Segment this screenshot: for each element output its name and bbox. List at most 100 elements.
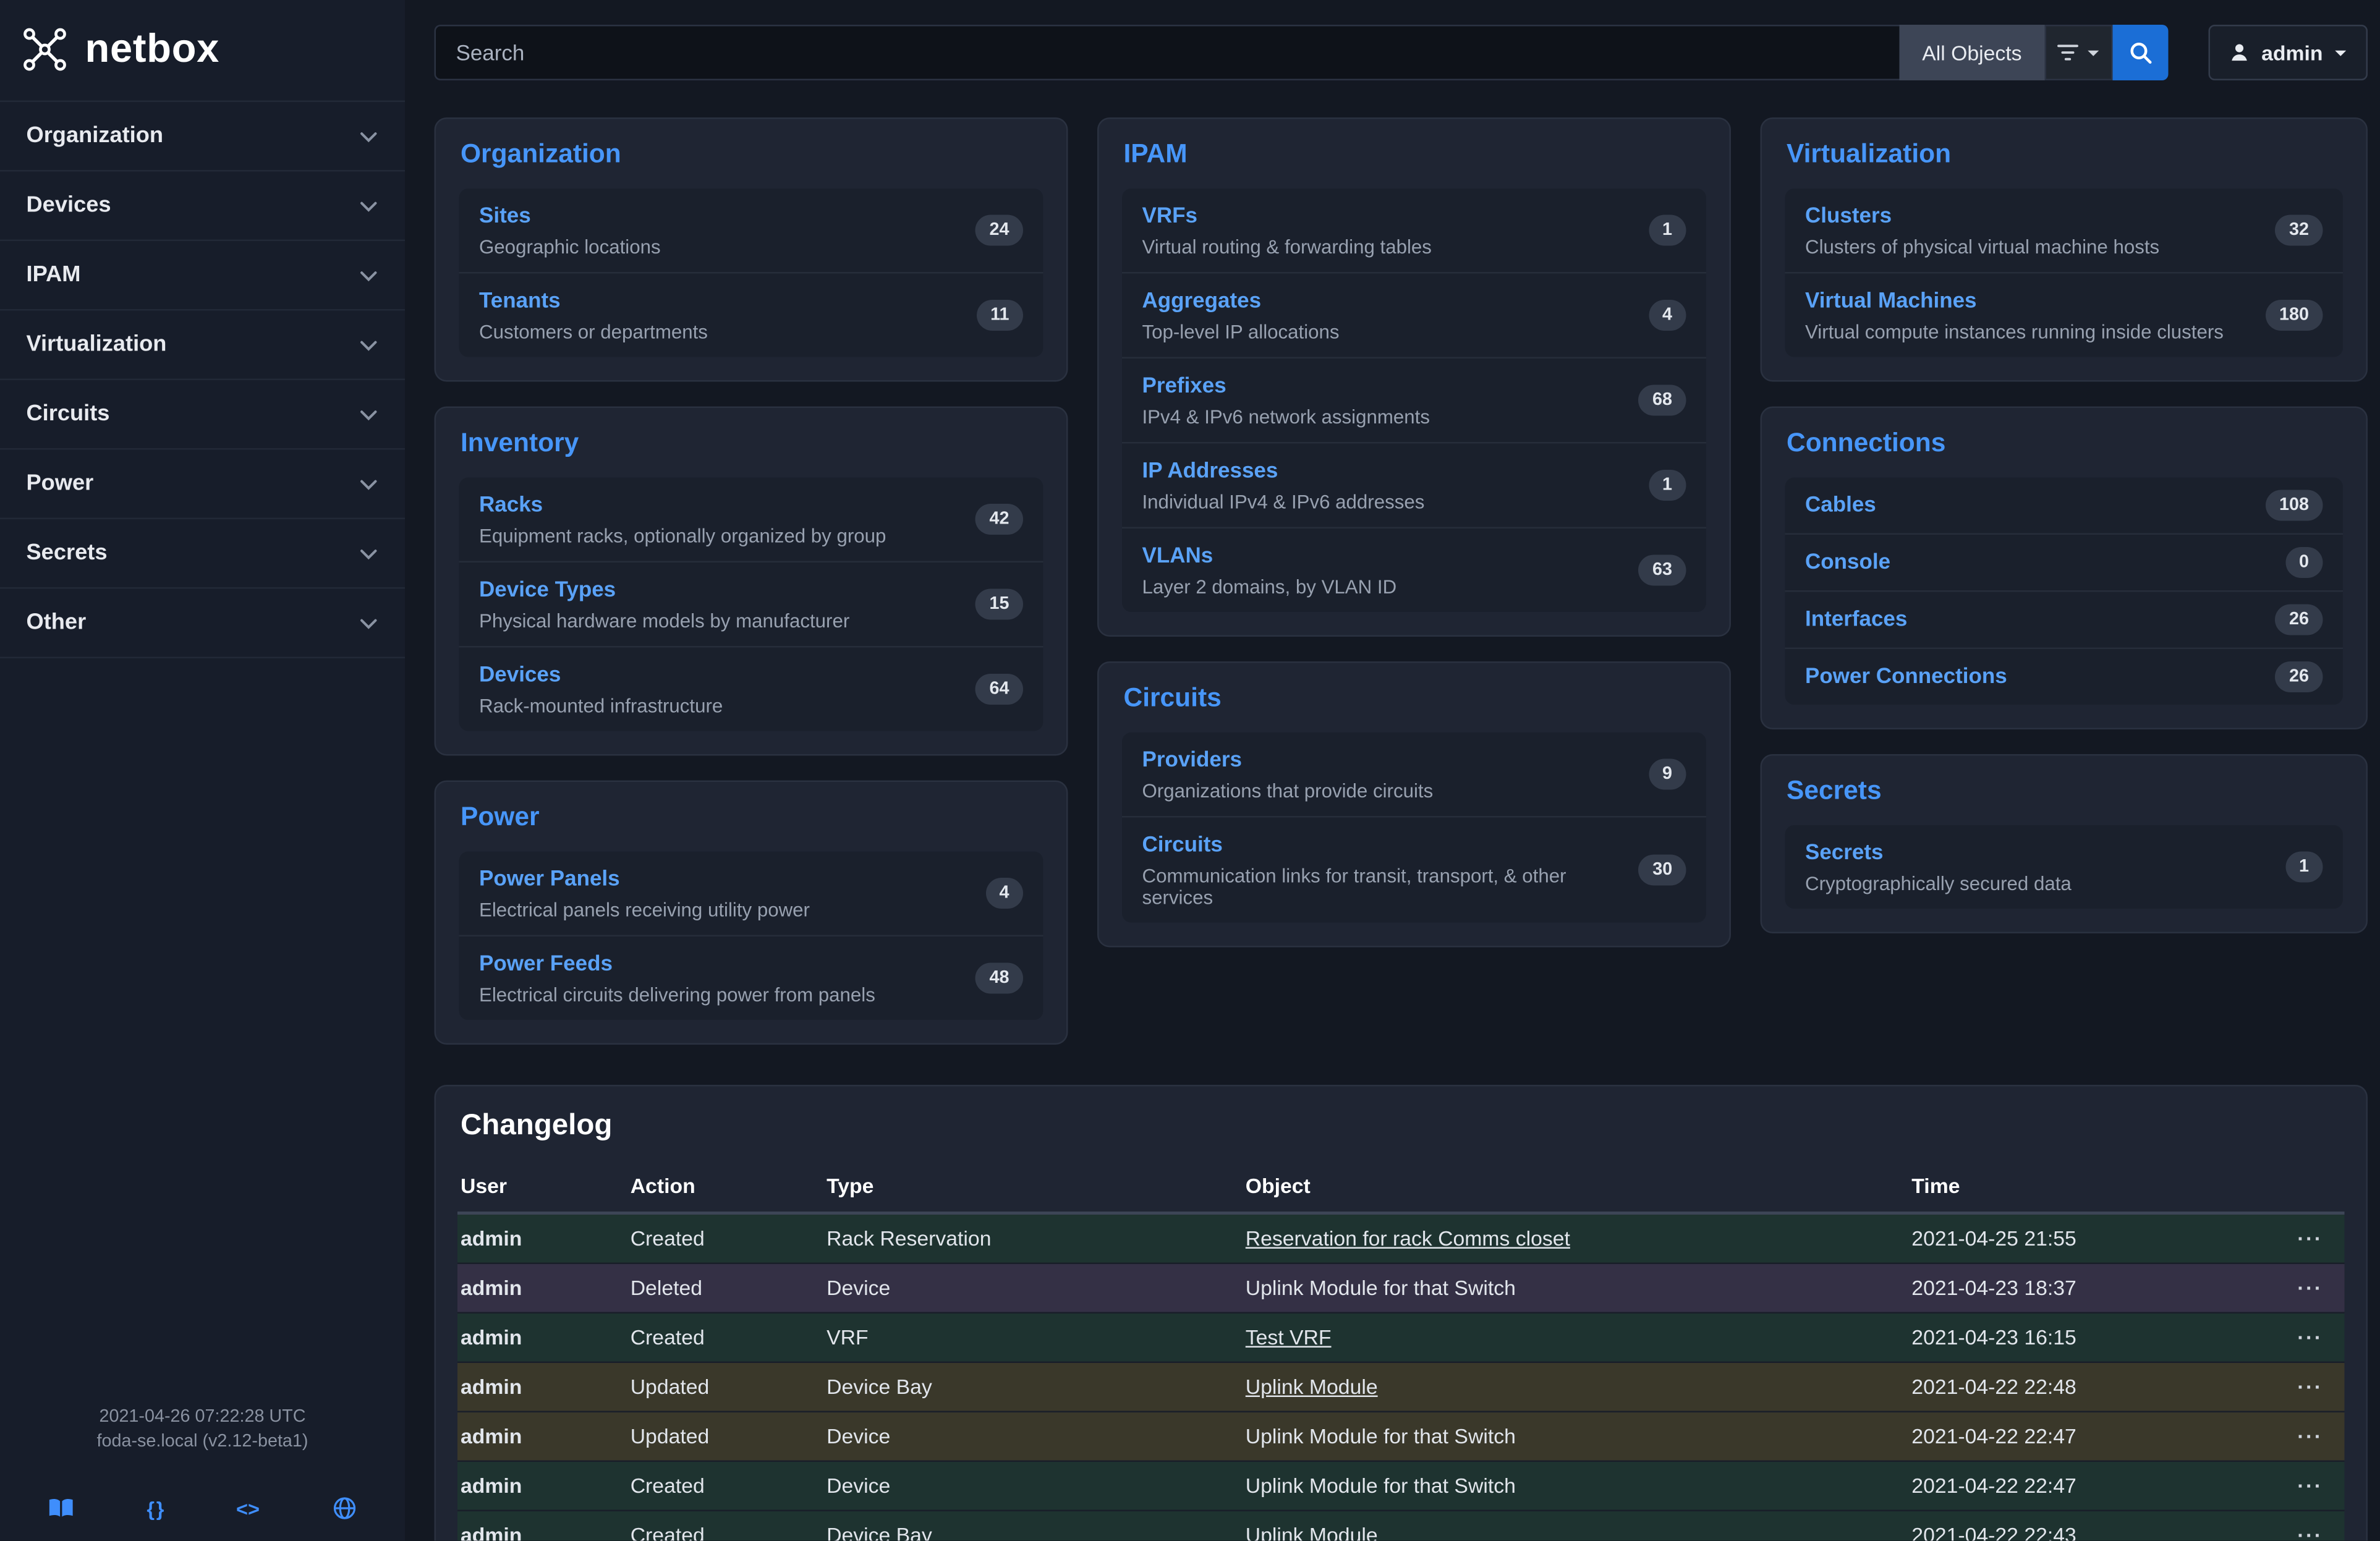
cell-user: admin — [457, 1511, 627, 1541]
item-link[interactable]: Cables — [1805, 491, 1876, 516]
object-link[interactable]: Reservation for rack Comms closet — [1246, 1227, 1570, 1250]
item-description: Rack-mounted infrastructure — [479, 695, 723, 717]
cell-time: 2021-04-25 21:55 — [1908, 1213, 2254, 1263]
item-description: Electrical panels receiving utility powe… — [479, 899, 810, 921]
item-link[interactable]: Devices — [479, 661, 561, 686]
cell-time: 2021-04-22 22:48 — [1908, 1362, 2254, 1412]
card-item-clusters[interactable]: Clusters Clusters of physical virtual mac… — [1785, 189, 2344, 272]
card-item-power-connections[interactable]: Power Connections 26 — [1785, 648, 2344, 705]
item-text: Devices Rack-mounted infrastructure — [479, 661, 723, 717]
row-actions-button[interactable]: ··· — [2254, 1263, 2345, 1313]
card-item-vrfs[interactable]: VRFsVirtual routing & forwarding tables1 — [1122, 189, 1706, 272]
sidebar-item-organization[interactable]: Organization — [0, 101, 405, 171]
item-link[interactable]: Prefixes — [1142, 373, 1226, 397]
caret-down-icon — [2087, 46, 2101, 60]
count-badge: 26 — [2276, 605, 2323, 635]
count-badge: 24 — [975, 215, 1023, 246]
sidebar-item-power[interactable]: Power — [0, 448, 405, 518]
item-link[interactable]: IP Addresses — [1142, 457, 1278, 482]
card-item-device-types[interactable]: Device TypesPhysical hardware models by … — [459, 561, 1043, 647]
card-item-devices[interactable]: DevicesRack-mounted infrastructure64 — [459, 646, 1043, 731]
object-link[interactable]: Uplink Module — [1246, 1375, 1378, 1399]
object-link[interactable]: Uplink Module — [1246, 1524, 1378, 1541]
count-badge: 15 — [975, 589, 1023, 620]
card-item-circuits[interactable]: CircuitsCommunication links for transit,… — [1122, 816, 1706, 923]
changelog-row: adminUpdatedDeviceUplink Module for that… — [457, 1412, 2345, 1461]
card-item-ip-addresses[interactable]: IP AddressesIndividual IPv4 & IPv6 addre… — [1122, 442, 1706, 527]
home-link[interactable]: netbox — [0, 0, 405, 101]
sidebar-item-secrets[interactable]: Secrets — [0, 518, 405, 588]
user-menu-button[interactable]: admin — [2209, 25, 2368, 80]
footer-icon-row: { } <> — [0, 1496, 405, 1521]
cell-user: admin — [457, 1412, 627, 1461]
row-actions-button[interactable]: ··· — [2254, 1461, 2345, 1511]
cell-type: VRF — [823, 1313, 1243, 1362]
card-item-power-panels[interactable]: Power Panels Electrical panels receiving … — [459, 852, 1043, 935]
sidebar-item-ipam[interactable]: IPAM — [0, 240, 405, 310]
card-item-aggregates[interactable]: AggregatesTop-level IP allocations4 — [1122, 272, 1706, 357]
card-item-power-feeds[interactable]: Power FeedsElectrical circuits deliverin… — [459, 935, 1043, 1021]
row-actions-button[interactable]: ··· — [2254, 1313, 2345, 1362]
item-link[interactable]: Secrets — [1805, 839, 1883, 864]
card-item-vlans[interactable]: VLANsLayer 2 domains, by VLAN ID63 — [1122, 527, 1706, 613]
sidebar-item-other[interactable]: Other — [0, 587, 405, 658]
row-actions-button[interactable]: ··· — [2254, 1511, 2345, 1541]
search-input[interactable] — [435, 25, 1899, 80]
item-link[interactable]: VRFs — [1142, 203, 1197, 227]
item-link[interactable]: Power Connections — [1805, 663, 2007, 688]
cell-object: Uplink Module — [1243, 1511, 1909, 1541]
item-link[interactable]: Console — [1805, 549, 1890, 574]
card-item-racks[interactable]: RacksEquipment racks, optionally organiz… — [459, 478, 1043, 561]
card-item-sites[interactable]: SitesGeographic locations24 — [459, 189, 1043, 272]
cell-action: Deleted — [627, 1263, 823, 1313]
card-item-prefixes[interactable]: PrefixesIPv4 & IPv6 network assignments6… — [1122, 357, 1706, 443]
sidebar-item-circuits[interactable]: Circuits — [0, 379, 405, 449]
sidebar-item-devices[interactable]: Devices — [0, 170, 405, 240]
item-link[interactable]: Power Panels — [479, 865, 620, 890]
card-item-virtual-machines[interactable]: Virtual MachinesVirtual compute instance… — [1785, 272, 2344, 357]
count-badge: 9 — [1648, 759, 1686, 790]
count-badge: 0 — [2285, 547, 2323, 578]
search-filter-button[interactable] — [2045, 25, 2113, 80]
object-link[interactable]: Test VRF — [1246, 1326, 1332, 1349]
sidebar-item-label: Circuits — [27, 402, 110, 427]
docs-book-icon[interactable] — [48, 1498, 75, 1519]
item-link[interactable]: Interfaces — [1805, 606, 1907, 630]
row-actions-button[interactable]: ··· — [2254, 1213, 2345, 1263]
search-submit-button[interactable] — [2113, 25, 2169, 80]
row-actions-button[interactable]: ··· — [2254, 1362, 2345, 1412]
card-title: Circuits — [1124, 683, 1707, 714]
card-item-tenants[interactable]: TenantsCustomers or departments11 — [459, 272, 1043, 357]
changelog-row: adminCreatedVRFTest VRF2021-04-23 16:15·… — [457, 1313, 2345, 1362]
card-item-interfaces[interactable]: Interfaces 26 — [1785, 590, 2344, 648]
count-badge: 1 — [2285, 852, 2323, 883]
item-link[interactable]: Device Types — [479, 577, 616, 601]
item-link[interactable]: Tenants — [479, 287, 561, 312]
rest-api-braces-icon[interactable]: { } — [147, 1496, 164, 1520]
search-scope-button[interactable]: All Objects — [1899, 25, 2045, 80]
item-link[interactable]: Circuits — [1142, 831, 1223, 856]
item-link[interactable]: Providers — [1142, 747, 1242, 771]
api-code-icon[interactable]: <> — [236, 1496, 260, 1520]
item-link[interactable]: Virtual Machines — [1805, 287, 1977, 312]
card-title: Inventory — [461, 428, 1043, 459]
item-link[interactable]: Clusters — [1805, 203, 1892, 227]
card-item-console[interactable]: Console 0 — [1785, 533, 2344, 591]
item-link[interactable]: Aggregates — [1142, 287, 1262, 312]
item-description: Clusters of physical virtual machine hos… — [1805, 237, 2159, 258]
source-globe-icon[interactable] — [332, 1496, 357, 1521]
count-badge: 26 — [2276, 661, 2323, 692]
item-link[interactable]: Racks — [479, 491, 543, 516]
item-link[interactable]: VLANs — [1142, 543, 1213, 567]
card-item-secrets[interactable]: Secrets Cryptographically secured data 1 — [1785, 825, 2344, 909]
item-description: Cryptographically secured data — [1805, 873, 2072, 895]
sidebar-item-label: Power — [27, 472, 94, 496]
cell-time: 2021-04-23 16:15 — [1908, 1313, 2254, 1362]
item-link[interactable]: Sites — [479, 203, 531, 227]
item-link[interactable]: Power Feeds — [479, 951, 613, 975]
card-item-providers[interactable]: ProvidersOrganizations that provide circ… — [1122, 732, 1706, 816]
sidebar-item-virtualization[interactable]: Virtualization — [0, 309, 405, 379]
changelog-title: Changelog — [461, 1110, 2345, 1144]
row-actions-button[interactable]: ··· — [2254, 1412, 2345, 1461]
card-item-cables[interactable]: Cables108 — [1785, 478, 2344, 533]
